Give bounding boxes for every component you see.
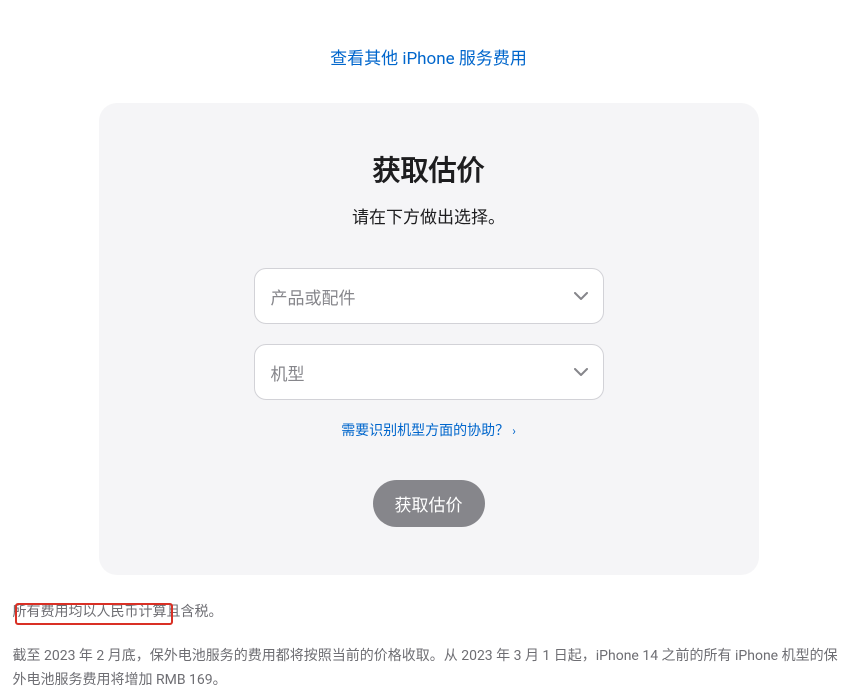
model-select-placeholder: 机型 xyxy=(271,360,305,385)
footer-notes: 所有费用均以人民币计算且含税。 截至 2023 年 2 月底，保外电池服务的费用… xyxy=(11,601,847,693)
product-select-wrapper: 产品或配件 xyxy=(254,268,604,324)
model-select-wrapper: 机型 xyxy=(254,344,604,400)
product-select-placeholder: 产品或配件 xyxy=(271,284,356,309)
model-select[interactable]: 机型 xyxy=(254,344,604,400)
help-link-container: 需要识别机型方面的协助？› xyxy=(139,420,719,440)
estimate-card: 获取估价 请在下方做出选择。 产品或配件 机型 需要识别机型方面的协助？› 获取… xyxy=(99,103,759,575)
footer-price-change-note: 截至 2023 年 2 月底，保外电池服务的费用都将按照当前的价格收取。从 20… xyxy=(13,645,845,693)
card-title: 获取估价 xyxy=(139,149,719,189)
identify-model-help-link[interactable]: 需要识别机型方面的协助？› xyxy=(341,423,516,439)
card-subtitle: 请在下方做出选择。 xyxy=(139,203,719,228)
chevron-right-icon: › xyxy=(512,424,516,438)
other-services-link[interactable]: 查看其他 iPhone 服务费用 xyxy=(330,49,527,69)
product-select[interactable]: 产品或配件 xyxy=(254,268,604,324)
top-link-container: 查看其他 iPhone 服务费用 xyxy=(10,0,847,103)
help-link-label: 需要识别机型方面的协助？ xyxy=(341,423,509,439)
footer-tax-note: 所有费用均以人民币计算且含税。 xyxy=(13,601,845,623)
get-estimate-button[interactable]: 获取估价 xyxy=(373,480,485,527)
